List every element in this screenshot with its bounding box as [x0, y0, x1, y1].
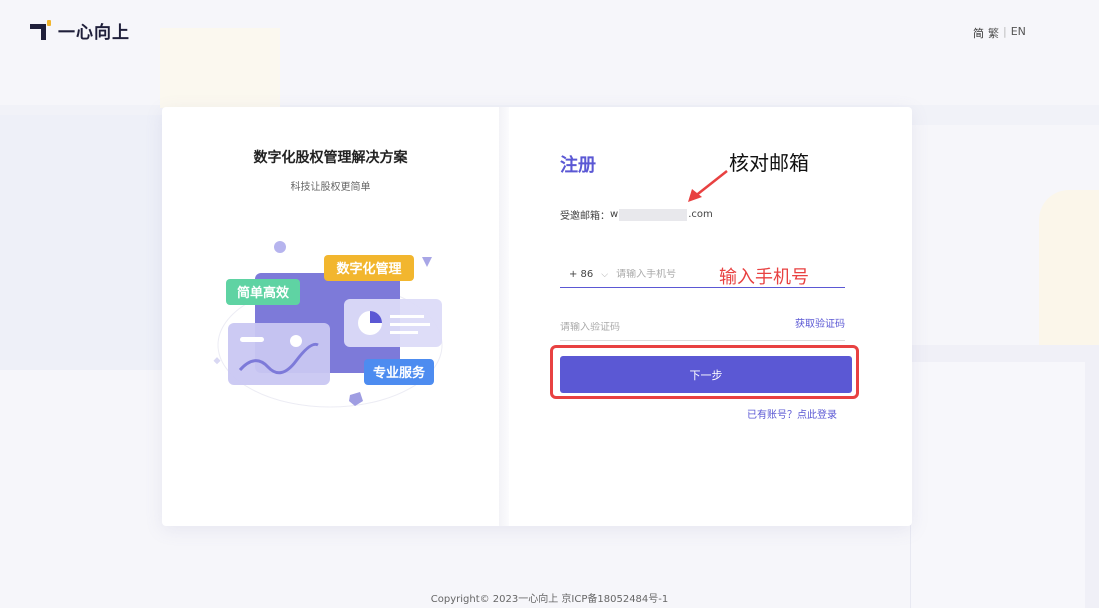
card-divider — [499, 107, 509, 526]
login-link[interactable]: 已有账号？点此登录 — [747, 406, 837, 421]
phone-input[interactable] — [616, 269, 707, 280]
background-block — [0, 115, 170, 370]
invite-email-suffix: .com — [688, 209, 713, 220]
tag-simple-efficient: 简单高效 — [226, 279, 300, 305]
lang-simplified[interactable]: 简 — [973, 25, 984, 41]
logo-text: 一心向上 — [58, 23, 130, 43]
svg-text:数字化管理: 数字化管理 — [336, 261, 401, 277]
svg-text:简单高效: 简单高效 — [237, 285, 290, 301]
background-block — [910, 362, 1085, 608]
verification-code-field: 获取验证码 — [560, 315, 845, 341]
lang-separator: | — [1003, 25, 1007, 38]
next-step-button[interactable]: 下一步 — [560, 356, 852, 393]
country-code-select[interactable]: + 86 — [569, 269, 593, 280]
tag-professional-service: 专业服务 — [364, 359, 434, 385]
invite-label: 受邀邮箱： — [560, 211, 610, 222]
register-card: 数字化股权管理解决方案 科技让股权更简单 简单高效 数字化管理 专业服务 注册 — [162, 107, 912, 526]
email-redaction — [619, 208, 688, 221]
phone-field: + 86 ⌵ — [560, 262, 845, 288]
logo[interactable]: 一心向上 — [30, 18, 130, 43]
footer-copyright: Copyright© 2023一心向上 京ICP备18052484号-1 — [430, 594, 669, 605]
promo-illustration: 简单高效 数字化管理 专业服务 — [213, 241, 443, 408]
verification-code-input[interactable] — [560, 322, 740, 333]
invite-email-prefix: w — [610, 209, 619, 220]
chevron-down-icon[interactable]: ⌵ — [601, 270, 608, 280]
get-code-button[interactable]: 获取验证码 — [795, 315, 845, 330]
lang-english[interactable]: EN — [1011, 25, 1026, 41]
svg-text:专业服务: 专业服务 — [373, 365, 426, 381]
invite-email: 受邀邮箱： w .com — [560, 207, 713, 222]
language-switcher: 简 繁 | EN — [973, 25, 1026, 41]
lang-traditional[interactable]: 繁 — [988, 25, 999, 41]
promo-subtitle: 科技让股权更简单 — [290, 182, 371, 193]
background-block — [160, 28, 280, 108]
promo-title: 数字化股权管理解决方案 — [253, 150, 408, 166]
tag-digital-management: 数字化管理 — [324, 255, 414, 281]
logo-icon — [30, 19, 52, 42]
register-title: 注册 — [560, 155, 596, 176]
